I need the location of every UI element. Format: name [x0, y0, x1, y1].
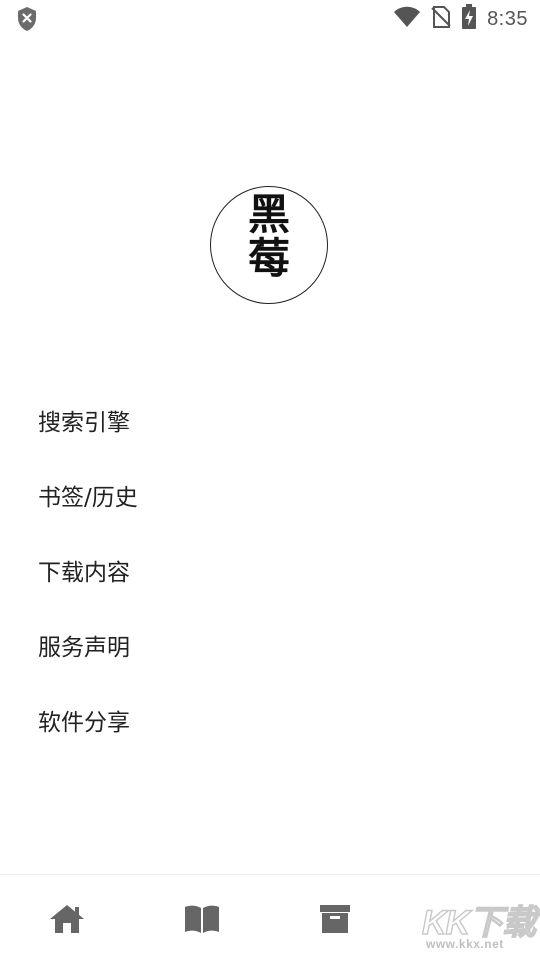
nav-archive-button[interactable]: [315, 901, 355, 937]
no-sim-icon: [431, 5, 451, 33]
menu-item-share-app[interactable]: 软件分享: [0, 682, 540, 757]
menu-item-label: 书签/历史: [38, 484, 138, 511]
status-time: 8:35: [487, 7, 528, 30]
watermark-url: www.kkx.net: [426, 937, 504, 951]
menu-item-service-statement[interactable]: 服务声明: [0, 607, 540, 682]
shield-x-icon: [16, 6, 38, 32]
menu-item-label: 软件分享: [38, 709, 130, 736]
menu-item-label: 服务声明: [38, 634, 130, 661]
logo-char-2: 莓: [247, 234, 290, 283]
menu-item-search-engine[interactable]: 搜索引擎: [0, 382, 540, 457]
main-menu: 搜索引擎 书签/历史 下载内容 服务声明 软件分享: [0, 382, 540, 757]
bottom-nav: KK下载 www.kkx.net: [0, 874, 540, 960]
logo-text: 黑 莓: [211, 193, 327, 281]
status-icons: 8:35: [393, 4, 528, 34]
nav-home-button[interactable]: [47, 901, 87, 937]
watermark-logo: KK下载 www.kkx.net: [420, 883, 540, 957]
wifi-icon: [393, 6, 421, 32]
app-logo: 黑 莓: [210, 186, 328, 304]
logo-char-1: 黑: [247, 190, 290, 239]
nav-bookmarks-button[interactable]: [182, 901, 222, 937]
menu-item-downloads[interactable]: 下载内容: [0, 532, 540, 607]
book-icon: [185, 905, 219, 933]
menu-item-label: 搜索引擎: [38, 409, 130, 436]
status-bar: 8:35: [0, 0, 540, 38]
archive-icon: [320, 905, 350, 933]
menu-item-bookmarks-history[interactable]: 书签/历史: [0, 457, 540, 532]
home-icon: [50, 905, 84, 933]
battery-charging-icon: [461, 4, 477, 34]
menu-item-label: 下载内容: [38, 559, 130, 586]
